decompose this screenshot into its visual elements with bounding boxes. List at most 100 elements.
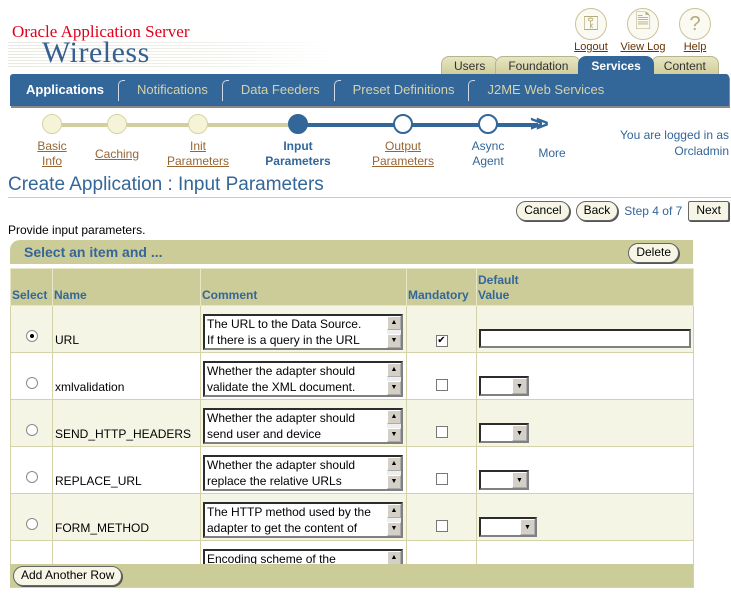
scroll-down-icon[interactable]: ▼ (387, 428, 401, 442)
dropdown-arrow-icon[interactable]: ▼ (512, 425, 527, 441)
logout-label[interactable]: Logout (574, 41, 608, 53)
dropdown-arrow-icon[interactable]: ▼ (512, 378, 527, 394)
header-default-value: Default Value (476, 268, 694, 306)
default-value-input[interactable] (479, 329, 691, 348)
view-log-link[interactable]: 🗎 View Log (620, 8, 666, 53)
tab-users[interactable]: Users (441, 56, 499, 75)
train-step-basic-info[interactable]: Basic Info (37, 139, 66, 169)
comment-line: The URL to the Data Source. (207, 317, 362, 331)
tab-foundation[interactable]: Foundation (495, 56, 582, 75)
mandatory-checkbox[interactable] (435, 426, 448, 438)
document-glasses-icon[interactable]: 🗎 (627, 8, 659, 40)
step-label-line1: Caching (94, 147, 140, 161)
scroll-down-icon[interactable]: ▼ (387, 475, 401, 489)
mandatory-checkbox[interactable]: ✔ (435, 335, 448, 347)
textarea-scrollbar[interactable]: ▲▼ (387, 410, 401, 442)
train-node-basic-info[interactable] (42, 114, 62, 134)
param-name: URL (52, 305, 201, 353)
comment-line: adapter to get the content of (207, 521, 358, 535)
row-select-radio[interactable] (25, 471, 38, 483)
brand-product: Wireless (42, 36, 150, 69)
step-label-line1: Basic (37, 139, 67, 153)
add-another-row-button[interactable]: Add Another Row (13, 566, 123, 586)
comment-textarea[interactable]: Whether the adapter should send user and … (203, 408, 403, 444)
next-button[interactable]: Next (688, 201, 729, 221)
row-select-radio[interactable] (25, 330, 38, 342)
mandatory-checkbox[interactable] (435, 379, 448, 391)
comment-textarea[interactable]: The HTTP method used by the adapter to ge… (203, 502, 403, 538)
step-label-line1: Init (189, 139, 206, 153)
dropdown-arrow-icon[interactable]: ▼ (512, 472, 527, 488)
key-icon[interactable]: ⚿ (575, 8, 607, 40)
textarea-scrollbar[interactable]: ▲▼ (387, 316, 401, 348)
wizard-actions: Cancel Back Step 4 of 7 Next (516, 201, 729, 221)
tab-services[interactable]: Services (578, 56, 654, 76)
textarea-scrollbar[interactable]: ▲▼ (387, 363, 401, 395)
row-select-radio[interactable] (25, 377, 38, 389)
dropdown-arrow-icon[interactable]: ▼ (520, 519, 535, 535)
scroll-up-icon[interactable]: ▲ (387, 363, 401, 377)
scroll-up-icon[interactable]: ▲ (387, 457, 401, 471)
train-node-init-parameters[interactable] (188, 114, 208, 134)
scroll-down-icon[interactable]: ▼ (387, 522, 401, 536)
scroll-up-icon[interactable]: ▲ (387, 504, 401, 518)
textarea-scrollbar[interactable]: ▲▼ (387, 504, 401, 536)
subnav-separator (221, 79, 229, 101)
textarea-scrollbar[interactable]: ▲▼ (387, 457, 401, 489)
comment-line: The HTTP method used by the (207, 505, 371, 519)
cancel-button[interactable]: Cancel (516, 201, 570, 221)
comment-line: Whether the adapter should (207, 411, 356, 425)
delete-button[interactable]: Delete (628, 243, 679, 263)
subnav-separator (333, 79, 341, 101)
page-title: Create Application : Input Parameters (8, 174, 324, 195)
subnav-applications[interactable]: Applications (10, 74, 116, 106)
comment-textarea[interactable]: The URL to the Data Source. If there is a… (203, 314, 403, 350)
help-icon[interactable]: ? (679, 8, 711, 40)
step-label-line2: Info (41, 154, 62, 168)
view-log-label[interactable]: View Log (620, 41, 665, 53)
comment-textarea[interactable]: Whether the adapter should replace the re… (203, 455, 403, 491)
help-label[interactable]: Help (684, 41, 707, 53)
train-step-caching[interactable]: Caching (95, 147, 139, 162)
default-value-select[interactable]: ▼ (479, 470, 529, 490)
table-row: URL The URL to the Data Source. If there … (10, 305, 694, 353)
subnav-preset-definitions[interactable]: Preset Definitions (341, 74, 467, 106)
step-label-line2: Parameters (265, 154, 331, 168)
select-bar-text: Select an item and ... (24, 244, 163, 260)
scroll-up-icon[interactable]: ▲ (387, 316, 401, 330)
param-name: FORM_METHOD (52, 493, 201, 541)
train-step-init-parameters[interactable]: Init Parameters (167, 139, 229, 169)
subnav-notifications[interactable]: Notifications (125, 74, 220, 106)
default-value-select[interactable]: ▼ (479, 423, 529, 443)
default-value-select[interactable]: ▼ (479, 376, 529, 396)
table-row: FORM_METHOD The HTTP method used by the a… (10, 493, 694, 541)
step-label-line2: Agent (472, 154, 504, 168)
comment-textarea[interactable]: Whether the adapter should validate the X… (203, 361, 403, 397)
train-step-output-parameters[interactable]: Output Parameters (372, 139, 434, 169)
subnav-separator (118, 79, 126, 101)
main-tabs: Users Foundation Services Content (441, 56, 719, 76)
scroll-down-icon[interactable]: ▼ (387, 334, 401, 348)
logout-link[interactable]: ⚿ Logout (569, 8, 613, 53)
help-link[interactable]: ? Help (673, 8, 717, 53)
row-select-radio[interactable] (25, 424, 38, 436)
subnav-data-feeders[interactable]: Data Feeders (229, 74, 332, 106)
mandatory-checkbox[interactable] (435, 473, 448, 485)
mandatory-checkbox[interactable] (435, 520, 448, 532)
subnav-separator (468, 79, 476, 101)
scroll-down-icon[interactable]: ▼ (387, 381, 401, 395)
scroll-up-icon[interactable]: ▲ (387, 410, 401, 424)
username: Orcladmin (674, 144, 729, 158)
train-node-output-parameters[interactable] (393, 114, 413, 134)
header-select: Select (10, 268, 53, 306)
tab-content[interactable]: Content (650, 56, 719, 75)
scroll-up-icon[interactable]: ▲ (387, 551, 401, 565)
step-label-line1: Input (283, 139, 313, 153)
train-node-caching[interactable] (107, 114, 127, 134)
back-button[interactable]: Back (575, 201, 619, 221)
row-select-radio[interactable] (25, 518, 38, 530)
default-value-select[interactable]: ▼ (479, 517, 537, 537)
more-arrow-icon[interactable]: >> (530, 113, 549, 135)
train-more-label[interactable]: More (538, 146, 565, 161)
subnav-j2me-web-services[interactable]: J2ME Web Services (475, 74, 616, 106)
